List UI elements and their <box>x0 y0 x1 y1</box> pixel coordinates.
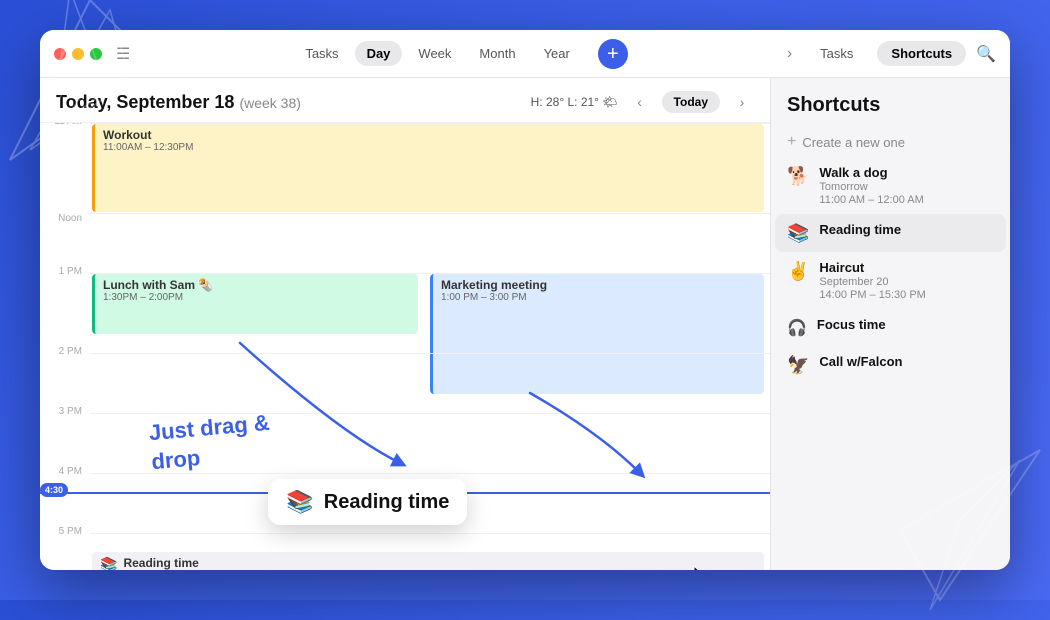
haircut-sub2: 14:00 PM – 15:30 PM <box>819 289 925 301</box>
marketing-time: 1:00 PM – 3:00 PM <box>441 292 756 303</box>
traffic-lights <box>54 48 102 60</box>
tab-week[interactable]: Week <box>406 41 463 66</box>
reading-text: Reading time 4:30 PM – 6:00 PM <box>123 556 209 570</box>
time-slot-2pm[interactable]: Just drag &drop <box>90 353 770 413</box>
create-new-button[interactable]: + Create a new one <box>771 127 1010 157</box>
reading-time-info: Reading time <box>819 222 901 237</box>
walk-dog-sub2: 11:00 AM – 12:00 AM <box>819 194 923 206</box>
sidebar-title: Shortcuts <box>771 90 1010 127</box>
time-label-3pm: 3 PM <box>40 407 90 473</box>
search-icon[interactable]: 🔍 <box>976 44 996 64</box>
marketing-title: Marketing meeting <box>441 278 756 292</box>
nav-forward-icon[interactable]: › <box>783 41 796 67</box>
walk-dog-sub1: Tomorrow <box>819 181 923 193</box>
time-label-2pm: 2 PM <box>40 347 90 413</box>
calendar-area: Today, September 18 (week 38) H: 28° L: … <box>40 78 770 570</box>
date-label: September 18 <box>116 92 234 112</box>
time-label-noon: Noon <box>40 213 90 273</box>
cursor-icon <box>692 564 710 570</box>
nav-tasks-button[interactable]: Tasks <box>806 41 867 66</box>
lunch-time: 1:30PM – 2:00PM <box>103 292 410 303</box>
calendar-header: Today, September 18 (week 38) H: 28° L: … <box>40 78 770 123</box>
calendar-title: Today, September 18 (week 38) <box>56 92 301 113</box>
reading-time-icon: 📚 <box>787 223 809 244</box>
plus-icon: + <box>787 133 796 151</box>
falcon-info: Call w/Falcon <box>819 354 902 369</box>
lunch-title: Lunch with Sam 🌯 <box>103 278 410 292</box>
create-new-label: Create a new one <box>802 135 905 150</box>
current-time-badge: 4:30 <box>40 483 68 497</box>
walk-dog-icon: 🐕 <box>787 166 809 187</box>
reading-time-name: Reading time <box>819 222 901 237</box>
falcon-name: Call w/Falcon <box>819 354 902 369</box>
workout-time: 11:00AM – 12:30PM <box>103 142 756 153</box>
minimize-button[interactable] <box>72 48 84 60</box>
walk-dog-name: Walk a dog <box>819 165 923 180</box>
shortcut-item-haircut[interactable]: ✌️ Haircut September 20 14:00 PM – 15:30… <box>771 252 1010 309</box>
time-grid[interactable]: 11 AM Workout 11:00AM – 12:30PM Noon <box>40 123 770 570</box>
time-label-5pm: 5 PM <box>40 527 90 570</box>
time-slot-5pm[interactable]: 📚 Reading time 4:30 PM – 6:00 PM 📚 Readi… <box>90 533 770 570</box>
shortcut-item-walk-dog[interactable]: 🐕 Walk a dog Tomorrow 11:00 AM – 12:00 A… <box>771 157 1010 214</box>
focus-time-name: Focus time <box>817 317 886 332</box>
time-row-2pm: 2 PM Just drag &drop <box>40 353 770 413</box>
add-event-button[interactable]: + <box>598 39 628 69</box>
reading-title: Reading time <box>123 556 209 570</box>
sidebar: Shortcuts + Create a new one 🐕 Walk a do… <box>770 78 1010 570</box>
nav-shortcuts-button[interactable]: Shortcuts <box>877 41 966 66</box>
time-slot-1pm[interactable]: Lunch with Sam 🌯 1:30PM – 2:00PM Marketi… <box>90 273 770 353</box>
tab-day[interactable]: Day <box>355 41 403 66</box>
prev-day-button[interactable]: ‹ <box>628 90 652 114</box>
reading-icon: 📚 <box>100 556 117 570</box>
shortcut-item-falcon[interactable]: 🦅 Call w/Falcon <box>771 346 1010 384</box>
weather-info: H: 28° L: 21° 🌤 <box>531 95 618 109</box>
workout-title: Workout <box>103 128 756 142</box>
close-button[interactable] <box>54 48 66 60</box>
haircut-sub1: September 20 <box>819 276 925 288</box>
time-row-noon: Noon <box>40 213 770 273</box>
event-lunch[interactable]: Lunch with Sam 🌯 1:30PM – 2:00PM <box>92 274 418 334</box>
falcon-icon: 🦅 <box>787 355 809 376</box>
app-window: ☰ Tasks Day Week Month Year + › Tasks Sh… <box>40 30 1010 570</box>
shortcut-item-reading[interactable]: 📚 Reading time <box>775 214 1006 252</box>
haircut-info: Haircut September 20 14:00 PM – 15:30 PM <box>819 260 925 301</box>
time-row-11am: 11 AM Workout 11:00AM – 12:30PM <box>40 123 770 213</box>
walk-dog-info: Walk a dog Tomorrow 11:00 AM – 12:00 AM <box>819 165 923 206</box>
time-label-4pm: 4 PM <box>40 467 90 533</box>
content-area: Today, September 18 (week 38) H: 28° L: … <box>40 78 1010 570</box>
time-label-1pm: 1 PM <box>40 267 90 353</box>
time-row-1pm: 1 PM Lunch with Sam 🌯 1:30PM – 2:00PM Ma… <box>40 273 770 353</box>
event-reading[interactable]: 📚 Reading time 4:30 PM – 6:00 PM <box>92 552 764 570</box>
next-day-button[interactable]: › <box>730 90 754 114</box>
haircut-name: Haircut <box>819 260 925 275</box>
week-label: (week 38) <box>239 95 300 111</box>
tab-year[interactable]: Year <box>532 41 582 66</box>
shortcut-item-focus[interactable]: 🎧 Focus time <box>771 309 1010 346</box>
maximize-button[interactable] <box>90 48 102 60</box>
tooltip-icon: 📚 <box>286 489 313 515</box>
hamburger-menu-icon[interactable]: ☰ <box>116 44 130 64</box>
time-label-11am: 11 AM <box>40 123 90 213</box>
titlebar: ☰ Tasks Day Week Month Year + › Tasks Sh… <box>40 30 1010 78</box>
time-row-5pm: 5 PM 📚 Reading time 4:30 PM – 6:00 PM <box>40 533 770 570</box>
focus-time-icon: 🎧 <box>787 318 807 338</box>
tooltip-label: Reading time <box>324 491 450 514</box>
nav-tabs: Tasks Day Week Month Year + <box>150 39 783 69</box>
tab-month[interactable]: Month <box>467 41 527 66</box>
today-label: Today, <box>56 92 111 112</box>
today-button[interactable]: Today <box>662 91 720 113</box>
haircut-icon: ✌️ <box>787 261 809 282</box>
nav-right: › Tasks Shortcuts 🔍 <box>783 41 996 67</box>
time-slot-noon[interactable] <box>90 213 770 273</box>
tab-tasks[interactable]: Tasks <box>293 41 350 66</box>
focus-time-info: Focus time <box>817 317 886 332</box>
drag-tooltip: 📚 Reading time <box>268 479 467 525</box>
drag-drop-annotation: Just drag &drop <box>148 409 274 477</box>
weather-nav: H: 28° L: 21° 🌤 ‹ Today › <box>531 90 754 114</box>
time-slot-11am[interactable]: Workout 11:00AM – 12:30PM <box>90 123 770 213</box>
event-workout[interactable]: Workout 11:00AM – 12:30PM <box>92 124 764 212</box>
